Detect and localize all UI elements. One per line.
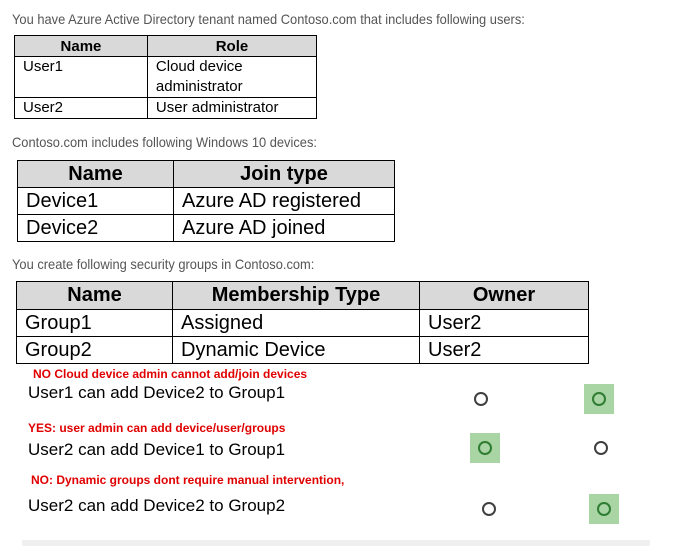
answer-note: NO Cloud device admin cannot add/join de… bbox=[33, 367, 308, 381]
yes-radio[interactable] bbox=[474, 494, 504, 524]
no-radio-selected[interactable] bbox=[589, 494, 619, 524]
table-cell: User2 bbox=[419, 309, 589, 337]
column-header: Name bbox=[14, 35, 148, 57]
no-radio[interactable] bbox=[586, 433, 616, 463]
radio-circle-icon bbox=[474, 392, 488, 406]
radio-circle-icon bbox=[594, 441, 608, 455]
intro-devices: Contoso.com includes following Windows 1… bbox=[12, 134, 317, 150]
table-header-row: Name Role bbox=[14, 35, 318, 57]
radio-circle-icon bbox=[592, 392, 606, 406]
table-cell: Dynamic Device bbox=[172, 336, 420, 364]
statement-text: User2 can add Device1 to Group1 bbox=[28, 440, 286, 459]
table-cell: User2 bbox=[419, 336, 589, 364]
statement-text: User2 can add Device2 to Group2 bbox=[28, 496, 286, 515]
table-cell: Device2 bbox=[17, 214, 174, 242]
table-cell: Group1 bbox=[16, 309, 173, 337]
devices-table: Name Join type Device1 Azure AD register… bbox=[17, 160, 395, 242]
table-cell: Device1 bbox=[17, 187, 174, 215]
no-radio-selected[interactable] bbox=[584, 384, 614, 414]
table-cell: Azure AD joined bbox=[173, 214, 395, 242]
yes-radio[interactable] bbox=[466, 384, 496, 414]
column-header: Membership Type bbox=[172, 281, 420, 310]
answer-note: YES: user admin can add device/user/grou… bbox=[28, 421, 286, 435]
column-header: Name bbox=[16, 281, 173, 310]
table-row: Device1 Azure AD registered bbox=[17, 187, 395, 215]
yes-radio-selected[interactable] bbox=[470, 433, 500, 463]
answer-note: NO: Dynamic groups dont require manual i… bbox=[31, 473, 345, 487]
table-cell: Assigned bbox=[172, 309, 420, 337]
table-cell: User administrator bbox=[146, 97, 318, 119]
table-row: Group2 Dynamic Device User2 bbox=[16, 336, 589, 364]
table-cell: User1 bbox=[14, 56, 148, 98]
table-row: User1 Cloud device administrator bbox=[14, 56, 318, 98]
table-header-row: Name Membership Type Owner bbox=[16, 281, 589, 310]
table-cell: User2 bbox=[14, 97, 148, 119]
table-header-row: Name Join type bbox=[17, 160, 395, 188]
radio-circle-icon bbox=[482, 502, 496, 516]
divider bbox=[22, 540, 650, 546]
table-row: User2 User administrator bbox=[14, 97, 318, 119]
users-table: Name Role User1 Cloud device administrat… bbox=[14, 35, 318, 119]
table-cell: Azure AD registered bbox=[173, 187, 395, 215]
table-cell: Cloud device administrator bbox=[146, 56, 318, 98]
column-header: Join type bbox=[173, 160, 395, 188]
intro-users: You have Azure Active Directory tenant n… bbox=[12, 11, 525, 27]
radio-circle-icon bbox=[597, 502, 611, 516]
statement-text: User1 can add Device2 to Group1 bbox=[28, 383, 286, 402]
column-header: Role bbox=[146, 35, 318, 57]
intro-groups: You create following security groups in … bbox=[12, 256, 315, 272]
column-header: Name bbox=[17, 160, 174, 188]
groups-table: Name Membership Type Owner Group1 Assign… bbox=[16, 281, 589, 364]
radio-circle-icon bbox=[478, 441, 492, 455]
table-row: Group1 Assigned User2 bbox=[16, 309, 589, 337]
table-cell: Group2 bbox=[16, 336, 173, 364]
column-header: Owner bbox=[419, 281, 589, 310]
table-row: Device2 Azure AD joined bbox=[17, 214, 395, 242]
